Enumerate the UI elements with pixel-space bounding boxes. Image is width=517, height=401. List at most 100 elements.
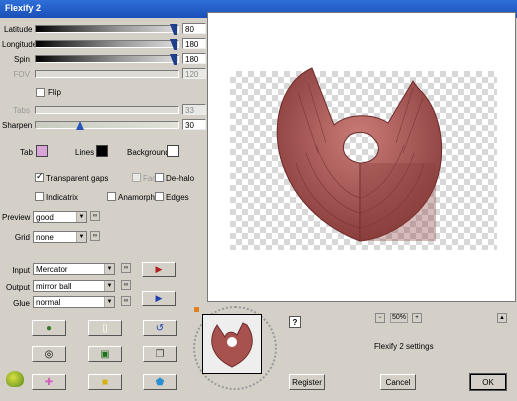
undo-icon: ↺: [155, 322, 165, 334]
indicatrix-checkbox[interactable]: [35, 192, 44, 201]
new-preset-button[interactable]: ▯: [88, 320, 122, 336]
ok-button[interactable]: OK: [469, 373, 507, 391]
cube-button[interactable]: ■: [88, 374, 122, 390]
output-select-value: mirror ball: [36, 282, 72, 291]
anamorph-checkbox[interactable]: [107, 192, 116, 201]
input-label: Input: [12, 266, 30, 275]
help-button[interactable]: ?: [289, 316, 301, 328]
background-color-swatch[interactable]: [167, 145, 179, 157]
sharpen-thumb[interactable]: [76, 121, 84, 130]
tab-color-label: Tab: [20, 148, 33, 157]
thumbnail-frame[interactable]: [202, 314, 262, 374]
input-select[interactable]: Mercator ▼: [33, 263, 115, 275]
background-color-label: Background: [127, 148, 170, 157]
chevron-down-icon: ▼: [76, 212, 86, 222]
spin-slider[interactable]: [35, 54, 179, 65]
flip-label: Flip: [48, 88, 61, 97]
input-select-value: Mercator: [36, 265, 68, 274]
preview-select[interactable]: good ▼: [33, 211, 87, 223]
undo-button[interactable]: ↺: [143, 320, 177, 336]
tabs-value[interactable]: 33: [182, 104, 206, 115]
load-preset-button[interactable]: ●: [32, 320, 66, 336]
fov-slider[interactable]: [35, 70, 179, 78]
tab-color-swatch[interactable]: [36, 145, 48, 157]
longitude-label: Longitude: [2, 40, 38, 49]
grid-select[interactable]: none ▼: [33, 231, 87, 243]
tabs-label: Tabs: [13, 106, 30, 115]
chevron-down-icon: ▼: [104, 281, 114, 291]
copy-button[interactable]: ❐: [143, 346, 177, 362]
spin-label: Spin: [13, 55, 30, 64]
frame-icon: ▣: [100, 348, 110, 360]
orange-marker-icon: [194, 307, 199, 312]
cancel-button[interactable]: Cancel: [380, 374, 416, 390]
flip-checkbox[interactable]: [36, 88, 45, 97]
output-label: Output: [5, 283, 30, 292]
latitude-label: Latitude: [4, 25, 33, 34]
spin-thumb[interactable]: [170, 54, 177, 65]
preview-image: [276, 67, 442, 242]
input-link-icon[interactable]: ∞: [121, 263, 131, 273]
dice-icon: ✚: [44, 376, 54, 388]
faces-checkbox[interactable]: [132, 173, 141, 182]
chevron-down-icon: ▼: [104, 297, 114, 307]
glue-select[interactable]: normal ▼: [33, 296, 115, 308]
ring-button[interactable]: ◎: [32, 346, 66, 362]
lines-color-label: Lines: [75, 148, 95, 157]
frame-button[interactable]: ▣: [88, 346, 122, 362]
glue-link-icon[interactable]: ∞: [121, 296, 131, 306]
output-select[interactable]: mirror ball ▼: [33, 280, 115, 292]
output-link-icon[interactable]: ∞: [121, 280, 131, 290]
random-button[interactable]: ✚: [32, 374, 66, 390]
zoom-value: 50%: [390, 313, 408, 323]
grid-label: Grid: [14, 233, 30, 242]
transparent-gaps-checkbox[interactable]: [35, 171, 44, 182]
anamorph-label: Anamorph: [118, 193, 155, 202]
play-icon: ▶: [155, 264, 163, 274]
sharpen-label: Sharpen: [2, 121, 33, 130]
fov-label: FOV: [13, 70, 30, 79]
lines-color-swatch[interactable]: [96, 145, 108, 157]
preview-label: Preview: [2, 213, 31, 222]
tabs-slider[interactable]: [35, 106, 179, 114]
latitude-slider[interactable]: [35, 24, 179, 35]
longitude-slider[interactable]: [35, 39, 179, 50]
spin-value[interactable]: 180: [182, 53, 206, 64]
sharpen-slider[interactable]: [35, 121, 179, 130]
input-play-button[interactable]: ▶: [142, 262, 176, 277]
longitude-value[interactable]: 180: [182, 38, 206, 49]
edges-checkbox[interactable]: [155, 192, 164, 201]
zoom-out-button[interactable]: −: [375, 313, 385, 323]
glue-select-value: normal: [36, 298, 61, 307]
sharpen-value[interactable]: 30: [182, 119, 206, 130]
pentagon-button[interactable]: ⬟: [143, 374, 177, 390]
preview-canvas[interactable]: [207, 12, 516, 302]
thumbnail-image: [203, 315, 261, 373]
register-button[interactable]: Register: [289, 374, 325, 390]
longitude-thumb[interactable]: [170, 39, 177, 50]
play-out-icon: ▶: [155, 293, 163, 303]
latitude-value[interactable]: 80: [182, 23, 206, 34]
indicatrix-label: Indicatrix: [46, 193, 79, 202]
flexify-window: Flexify 2 Latitude 80 Longitude 180 Spin…: [0, 0, 517, 401]
grid-link-icon[interactable]: ∞: [90, 231, 100, 241]
page-icon: ▯: [102, 322, 108, 334]
preview-link-icon[interactable]: ∞: [90, 211, 100, 221]
flexify-logo-icon: [6, 371, 24, 387]
transparent-gaps-label: Transparent gaps: [46, 174, 109, 183]
ring-icon: ◎: [44, 348, 54, 360]
chevron-down-icon: ▼: [76, 232, 86, 242]
grid-select-value: none: [36, 233, 54, 242]
collapse-button[interactable]: ▲: [497, 313, 507, 323]
de-halo-checkbox[interactable]: [155, 173, 164, 182]
output-play-button[interactable]: ▶: [142, 291, 176, 306]
copy-icon: ❐: [155, 348, 165, 360]
zoom-in-button[interactable]: +: [412, 313, 422, 323]
status-text: Flexify 2 settings: [374, 342, 434, 351]
glue-label: Glue: [13, 299, 30, 308]
fov-value[interactable]: 120: [182, 68, 206, 79]
preview-select-value: good: [36, 213, 54, 222]
chevron-down-icon: ▼: [104, 264, 114, 274]
de-halo-label: De-halo: [166, 174, 195, 183]
latitude-thumb[interactable]: [170, 24, 177, 35]
